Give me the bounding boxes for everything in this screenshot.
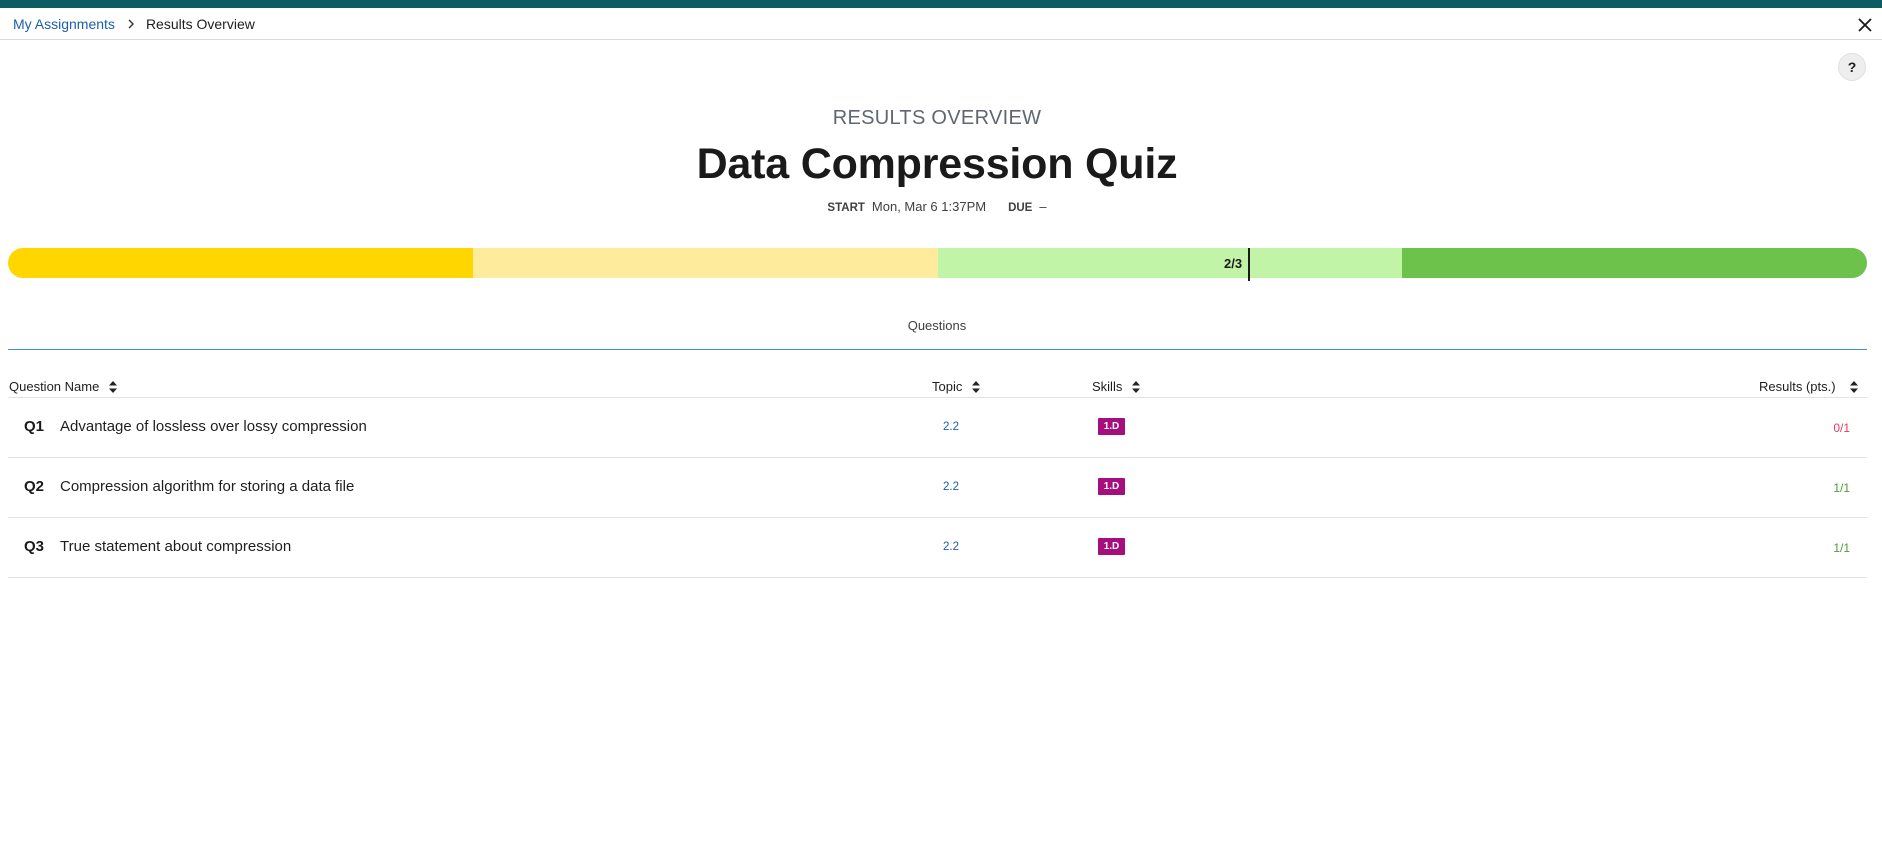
table-row[interactable]: Q3 True statement about compression 2.2 … bbox=[8, 518, 1867, 578]
tab-questions[interactable]: Questions bbox=[0, 318, 1874, 333]
question-result: 1/1 bbox=[1833, 481, 1850, 495]
score-segment-3 bbox=[937, 248, 1403, 278]
breadcrumb-my-assignments-link[interactable]: My Assignments bbox=[13, 16, 115, 32]
breadcrumb: My Assignments Results Overview bbox=[13, 16, 255, 32]
sort-arrows-icon[interactable] bbox=[1849, 380, 1858, 393]
question-name-link[interactable]: Compression algorithm for storing a data… bbox=[60, 478, 354, 495]
due-label: DUE bbox=[1008, 202, 1033, 214]
score-bar bbox=[8, 248, 1867, 278]
question-name-link[interactable]: Advantage of lossless over lossy compres… bbox=[60, 418, 367, 435]
due-value: – bbox=[1039, 199, 1047, 214]
brand-strip bbox=[0, 0, 1882, 8]
topic-link[interactable]: 2.2 bbox=[943, 481, 959, 493]
close-icon bbox=[1858, 18, 1872, 32]
table-row[interactable]: Q2 Compression algorithm for storing a d… bbox=[8, 458, 1867, 518]
start-label: START bbox=[827, 202, 865, 214]
column-header-label: Topic bbox=[932, 379, 963, 394]
sort-arrows-icon[interactable] bbox=[972, 380, 981, 393]
header-bar: My Assignments Results Overview bbox=[0, 8, 1882, 40]
score-segment-2 bbox=[472, 248, 938, 278]
topic-link[interactable]: 2.2 bbox=[943, 421, 959, 433]
skill-badge: 1.D bbox=[1098, 478, 1125, 495]
score-label: 2/3 bbox=[1224, 256, 1243, 271]
start-value: Mon, Mar 6 1:37PM bbox=[871, 199, 987, 214]
column-header-question-name[interactable]: Question Name bbox=[9, 379, 118, 394]
score-segment-4 bbox=[1402, 248, 1867, 278]
skill-badge: 1.D bbox=[1098, 418, 1125, 435]
close-button[interactable] bbox=[1852, 12, 1878, 38]
table-row[interactable]: Q1 Advantage of lossless over lossy comp… bbox=[8, 398, 1867, 458]
column-header-label: Skills bbox=[1092, 379, 1123, 394]
score-marker bbox=[1248, 248, 1250, 281]
sort-arrows-icon[interactable] bbox=[109, 380, 118, 393]
tab-underline bbox=[8, 349, 1867, 350]
skill-badge: 1.D bbox=[1098, 538, 1125, 555]
help-button[interactable]: ? bbox=[1838, 53, 1866, 81]
question-name-link[interactable]: True statement about compression bbox=[60, 538, 291, 555]
column-header-topic[interactable]: Topic bbox=[932, 379, 981, 394]
question-result: 1/1 bbox=[1833, 541, 1850, 555]
column-header-skills[interactable]: Skills bbox=[1092, 379, 1141, 394]
question-number: Q3 bbox=[24, 538, 45, 555]
column-header-results[interactable]: Results (pts.) bbox=[1759, 379, 1858, 394]
page-eyebrow: RESULTS OVERVIEW bbox=[832, 107, 1042, 129]
question-number: Q1 bbox=[24, 418, 45, 435]
question-result: 0/1 bbox=[1833, 421, 1850, 435]
assignment-meta: START Mon, Mar 6 1:37PM DUE – bbox=[0, 199, 1874, 214]
breadcrumb-current: Results Overview bbox=[145, 16, 255, 32]
column-header-label: Question Name bbox=[9, 379, 100, 394]
question-number: Q2 bbox=[24, 478, 45, 495]
topic-link[interactable]: 2.2 bbox=[943, 541, 959, 553]
page-title: Data Compression Quiz bbox=[696, 140, 1178, 188]
sort-arrows-icon[interactable] bbox=[1132, 380, 1141, 393]
score-segment-1 bbox=[8, 248, 473, 278]
column-header-label: Results (pts.) bbox=[1759, 379, 1836, 394]
chevron-right-icon bbox=[127, 19, 135, 29]
